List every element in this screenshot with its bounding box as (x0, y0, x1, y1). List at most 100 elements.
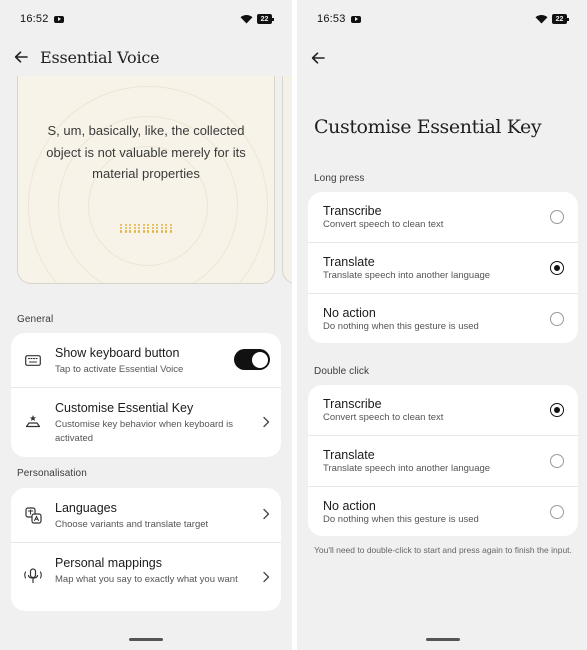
waveform-dot (151, 227, 154, 230)
option-title: No action (323, 499, 376, 513)
status-bar: 16:53 22 (297, 0, 587, 38)
translate-icon (24, 506, 42, 524)
waveform-dot (124, 230, 127, 233)
show-keyboard-title: Show keyboard button (55, 346, 180, 360)
waveform-dot (165, 224, 168, 227)
languages-subtitle: Choose variants and translate target (55, 519, 209, 530)
personalisation-card: Languages Choose variants and translate … (11, 488, 281, 611)
waveform-dot (138, 227, 141, 230)
customise-essential-key-screen: 16:53 22 Customise Essential Key Long pr… (297, 0, 587, 650)
option-subtitle: Convert speech to clean text (323, 412, 444, 423)
chevron-right-icon (263, 508, 270, 520)
waveform-dot (129, 230, 132, 233)
youtube-icon (53, 15, 64, 23)
radio-button[interactable] (550, 210, 564, 224)
status-time: 16:53 (317, 13, 346, 25)
waveform-dot (120, 224, 123, 227)
waveform-dot (156, 224, 159, 227)
section-label-general: General (17, 314, 54, 325)
radio-button[interactable] (550, 403, 564, 417)
waveform-dot (156, 227, 159, 230)
status-bar: 16:52 22 (0, 0, 292, 38)
option-subtitle: Do nothing when this gesture is used (323, 321, 479, 332)
waveform-dot (169, 224, 172, 227)
option-title: Transcribe (323, 397, 382, 411)
customise-key-subtitle: Customise key behavior when keyboard is … (55, 419, 233, 444)
waveform-dot (129, 224, 132, 227)
personal-mappings-row[interactable]: Personal mappings Map what you say to ex… (11, 543, 281, 611)
show-keyboard-button-row[interactable]: Show keyboard button Tap to activate Ess… (11, 333, 281, 387)
battery-icon: 22 (552, 14, 569, 24)
option-subtitle: Do nothing when this gesture is used (323, 514, 479, 525)
voice-waveform (120, 224, 174, 233)
waveform-dot (133, 230, 136, 233)
option-row-transcribe[interactable]: Transcribe Convert speech to clean text (308, 192, 578, 242)
back-button[interactable] (8, 44, 34, 70)
app-bar (297, 45, 587, 71)
section-label-personalisation: Personalisation (17, 468, 87, 479)
waveform-dot (138, 224, 141, 227)
essential-voice-screen: 16:52 22 Essential Voice S, um, basicall… (0, 0, 292, 650)
page-title: Essential Voice (40, 47, 160, 67)
long-press-options-card: Transcribe Convert speech to clean text Tr… (308, 192, 578, 343)
show-keyboard-subtitle: Tap to activate Essential Voice (55, 364, 184, 375)
personal-mappings-title: Personal mappings (55, 556, 163, 570)
waveform-dot (133, 227, 136, 230)
option-row-no-action[interactable]: No action Do nothing when this gesture is… (308, 294, 578, 343)
general-settings-card: Show keyboard button Tap to activate Ess… (11, 333, 281, 457)
arrow-left-icon (311, 52, 325, 64)
radio-button[interactable] (550, 505, 564, 519)
option-title: No action (323, 306, 376, 320)
waveform-dot (160, 230, 163, 233)
waveform-dot (156, 230, 159, 233)
customise-essential-key-row[interactable]: Customise Essential Key Customise key be… (11, 388, 281, 457)
waveform-dot (129, 227, 132, 230)
chevron-right-icon (263, 416, 270, 428)
voice-preview-card: S, um, basically, like, the collected ob… (17, 76, 275, 284)
toggle-knob (251, 351, 268, 368)
youtube-icon (350, 15, 361, 23)
back-button[interactable] (305, 45, 331, 71)
chevron-right-icon (263, 571, 270, 583)
option-subtitle: Convert speech to clean text (323, 219, 444, 230)
waveform-dot (169, 230, 172, 233)
option-row-transcribe[interactable]: Transcribe Convert speech to clean text (308, 385, 578, 435)
waveform-dot (165, 230, 168, 233)
customise-key-title: Customise Essential Key (55, 401, 194, 415)
waveform-dot (120, 227, 123, 230)
footnote: You'll need to double-click to start and… (314, 545, 572, 555)
waveform-dot (160, 227, 163, 230)
waveform-dot (147, 230, 150, 233)
option-title: Translate (323, 448, 375, 462)
battery-icon: 22 (257, 14, 274, 24)
radio-button[interactable] (550, 261, 564, 275)
personal-mappings-subtitle: Map what you say to exactly what you wan… (55, 574, 238, 585)
languages-title: Languages (55, 501, 117, 515)
essential-key-icon (24, 412, 42, 430)
voice-mapping-icon (24, 567, 42, 585)
waveform-dot (151, 230, 154, 233)
home-indicator[interactable] (426, 638, 460, 641)
option-row-translate[interactable]: Translate Translate speech into another l… (308, 436, 578, 486)
wifi-icon (240, 14, 253, 24)
option-row-no-action[interactable]: No action Do nothing when this gesture is… (308, 487, 578, 536)
waveform-dot (169, 227, 172, 230)
languages-row[interactable]: Languages Choose variants and translate … (11, 488, 281, 542)
wifi-icon (535, 14, 548, 24)
show-keyboard-toggle[interactable] (234, 349, 270, 370)
waveform-dot (133, 224, 136, 227)
waveform-dot (138, 230, 141, 233)
next-preview-card (282, 76, 292, 284)
page-title: Customise Essential Key (314, 116, 542, 138)
waveform-dot (151, 224, 154, 227)
waveform-dot (124, 224, 127, 227)
home-indicator[interactable] (129, 638, 163, 641)
arrow-left-icon (14, 51, 28, 63)
waveform-dot (142, 227, 145, 230)
radio-button[interactable] (550, 454, 564, 468)
status-time: 16:52 (20, 13, 49, 25)
radio-button[interactable] (550, 312, 564, 326)
waveform-dot (160, 224, 163, 227)
option-row-translate[interactable]: Translate Translate speech into another l… (308, 243, 578, 293)
waveform-dot (147, 224, 150, 227)
